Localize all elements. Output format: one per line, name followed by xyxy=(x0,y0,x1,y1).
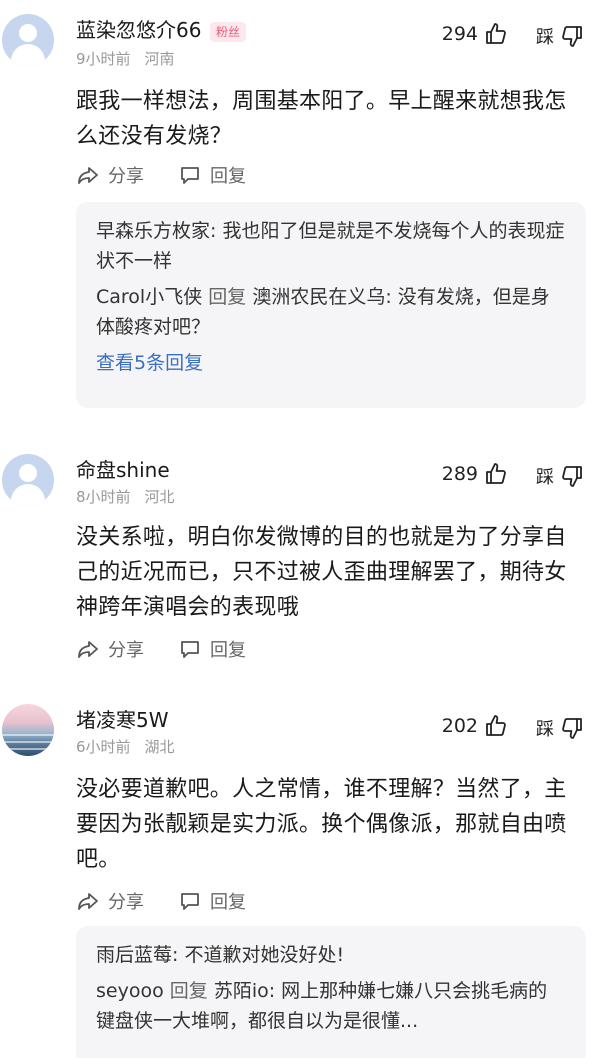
reply-username[interactable]: 雨后蓝莓 xyxy=(96,944,172,966)
comment-actions: 分享 回复 xyxy=(76,162,280,188)
share-icon xyxy=(78,167,98,184)
comment-text: 没必要道歉吧。人之常情，谁不理解？当然了，主要因为张靓颖是实力派。换个偶像派，那… xyxy=(76,777,567,872)
thumbs-down-icon xyxy=(562,26,582,47)
like-button[interactable]: 202 xyxy=(442,714,508,738)
share-button[interactable]: 分享 xyxy=(76,888,144,914)
comment-region: 湖北 xyxy=(144,738,175,756)
comment-time: 9小时前 xyxy=(76,50,131,68)
dislike-button[interactable]: 踩 xyxy=(536,463,584,489)
share-label: 分享 xyxy=(108,892,144,913)
share-icon xyxy=(78,641,98,658)
reply-username[interactable]: seyooo xyxy=(96,980,164,1002)
comment-meta: 6小时前 湖北 xyxy=(76,738,175,756)
comment-text: 跟我一样想法，周围基本阳了。早上醒来就想我怎么还没有发烧？ xyxy=(76,89,567,149)
dislike-label: 踩 xyxy=(536,27,554,48)
reply-keyword: 回复 xyxy=(163,980,214,1002)
reply-thread: 雨后蓝莓: 不道歉对她没好处! seyooo 回复 苏陌io: 网上那种嫌七嫌八… xyxy=(76,926,586,1058)
comment-icon xyxy=(181,167,199,184)
reply-item[interactable]: seyooo 回复 苏陌io: 网上那种嫌七嫌八只会挑毛病的键盘侠一大堆啊，都很… xyxy=(96,976,566,1036)
comment-icon xyxy=(181,893,199,910)
reply-username[interactable]: 早森乐方枚家 xyxy=(96,220,210,242)
like-count: 202 xyxy=(441,715,478,737)
fan-badge: 粉丝 xyxy=(210,22,247,42)
like-button[interactable]: 294 xyxy=(442,22,508,46)
reply-button[interactable]: 回复 xyxy=(178,636,246,662)
reply-label: 回复 xyxy=(210,640,246,661)
reply-label: 回复 xyxy=(210,892,246,913)
reply-thread: 早森乐方枚家: 我也阳了但是就是不发烧每个人的表现症状不一样 Carol小飞侠 … xyxy=(76,202,586,408)
username[interactable]: 堵凌寒5W xyxy=(76,708,169,732)
avatar[interactable] xyxy=(2,14,54,66)
reply-item[interactable]: 早森乐方枚家: 我也阳了但是就是不发烧每个人的表现症状不一样 xyxy=(96,216,566,276)
comment-actions: 分享 回复 xyxy=(76,888,280,914)
share-label: 分享 xyxy=(108,640,144,661)
reply-button[interactable]: 回复 xyxy=(178,888,246,914)
comment-icon xyxy=(181,641,199,658)
avatar[interactable] xyxy=(2,704,54,756)
reply-target-username[interactable]: 苏陌io xyxy=(214,980,269,1002)
thumbs-up-icon xyxy=(486,23,506,44)
comment-region: 河南 xyxy=(144,50,175,68)
comment-meta: 9小时前 河南 xyxy=(76,50,175,68)
share-button[interactable]: 分享 xyxy=(76,162,144,188)
share-label: 分享 xyxy=(108,166,144,187)
comment-meta: 8小时前 河北 xyxy=(76,488,175,506)
avatar[interactable] xyxy=(2,454,54,506)
comment-time: 6小时前 xyxy=(76,738,131,756)
comment-region: 河北 xyxy=(144,488,175,506)
thumbs-down-icon xyxy=(562,466,582,487)
dislike-button[interactable]: 踩 xyxy=(536,715,584,741)
comment-text: 没关系啦，明白你发微博的目的也就是为了分享自己的近况而已，只不过被人歪曲理解罢了… xyxy=(76,525,567,620)
thumbs-up-icon xyxy=(486,715,506,736)
thumbs-down-icon xyxy=(562,718,582,739)
like-count: 294 xyxy=(441,23,478,45)
dislike-label: 踩 xyxy=(536,719,554,740)
reply-label: 回复 xyxy=(210,166,246,187)
view-more-replies-link[interactable]: 查看5条回复 xyxy=(96,348,566,378)
share-icon xyxy=(78,893,98,910)
username[interactable]: 命盘shine xyxy=(76,458,170,482)
reply-target-username[interactable]: 澳洲农民在义乌 xyxy=(252,286,385,308)
comment-actions: 分享 回复 xyxy=(76,636,280,662)
reply-text: : 不道歉对她没好处! xyxy=(172,944,345,966)
dislike-label: 踩 xyxy=(536,467,554,488)
reply-item[interactable]: Carol小飞侠 回复 澳洲农民在义乌: 没有发烧，但是身体酸疼对吧？ xyxy=(96,282,566,342)
like-count: 289 xyxy=(441,463,478,485)
thumbs-up-icon xyxy=(486,463,506,484)
dislike-button[interactable]: 踩 xyxy=(536,23,584,49)
reply-username[interactable]: Carol小飞侠 xyxy=(96,286,202,308)
reply-button[interactable]: 回复 xyxy=(178,162,246,188)
comment-time: 8小时前 xyxy=(76,488,131,506)
reply-keyword: 回复 xyxy=(202,286,253,308)
reply-item[interactable]: 雨后蓝莓: 不道歉对她没好处! xyxy=(96,940,566,970)
share-button[interactable]: 分享 xyxy=(76,636,144,662)
like-button[interactable]: 289 xyxy=(442,462,508,486)
username[interactable]: 蓝染忽悠介66 xyxy=(76,18,201,42)
